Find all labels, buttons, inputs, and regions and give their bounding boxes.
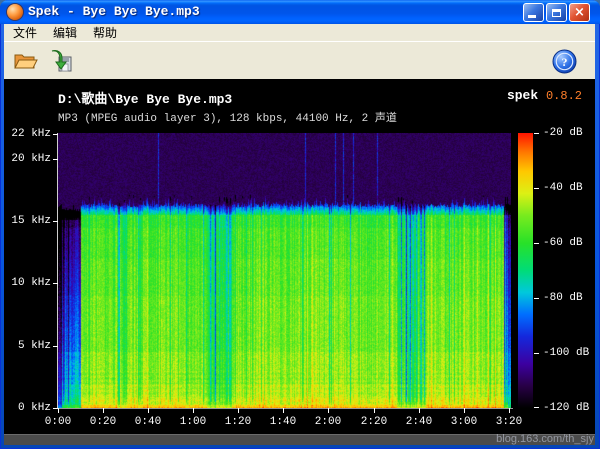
- x-axis-tick: [328, 408, 329, 413]
- x-axis-line: [57, 408, 513, 409]
- x-axis-tick: [103, 408, 104, 413]
- x-axis-label: 1:20: [218, 416, 258, 428]
- colorbar-tick: [534, 298, 539, 299]
- menu-bar: 文件 编辑 帮助: [4, 24, 595, 41]
- y-axis-tick: [53, 134, 58, 135]
- watermark: blog.163.com/th_sjy: [496, 433, 594, 445]
- y-axis-label: 10 kHz: [4, 277, 51, 289]
- file-path-title: D:\歌曲\Bye Bye Bye.mp3: [58, 88, 232, 107]
- colorbar-tick: [534, 407, 539, 408]
- x-axis-label: 1:40: [263, 416, 303, 428]
- colorbar: [518, 133, 533, 408]
- save-spectrogram-icon: [48, 48, 74, 74]
- file-info-line: MP3 (MPEG audio layer 3), 128 kbps, 4410…: [58, 109, 397, 125]
- x-axis-tick: [374, 408, 375, 413]
- colorbar-label: -40 dB: [543, 182, 583, 194]
- y-axis-tick: [53, 346, 58, 347]
- x-axis-tick: [509, 408, 510, 413]
- app-window: Spek - Bye Bye Bye.mp3 × 文件 编辑 帮助: [0, 0, 600, 449]
- open-folder-icon: [12, 48, 38, 74]
- x-axis-tick: [238, 408, 239, 413]
- title-bar[interactable]: Spek - Bye Bye Bye.mp3 ×: [0, 0, 600, 24]
- close-icon: ×: [574, 6, 585, 19]
- x-axis-tick: [193, 408, 194, 413]
- window-title: Spek - Bye Bye Bye.mp3: [28, 4, 200, 19]
- y-axis-label: 22 kHz: [4, 128, 51, 140]
- y-axis-tick: [53, 221, 58, 222]
- spectrogram-panel: D:\歌曲\Bye Bye Bye.mp3 spek 0.8.2 MP3 (MP…: [4, 79, 595, 434]
- menu-item-file[interactable]: 文件: [6, 23, 44, 42]
- svg-text:?: ?: [561, 55, 567, 69]
- x-axis-label: 2:20: [354, 416, 394, 428]
- x-axis-label: 0:40: [128, 416, 168, 428]
- maximize-icon: [552, 9, 561, 17]
- colorbar-tick: [534, 243, 539, 244]
- colorbar-label: -80 dB: [543, 292, 583, 304]
- close-button[interactable]: ×: [569, 3, 590, 22]
- y-axis-label: 0 kHz: [4, 402, 51, 414]
- colorbar-tick: [534, 133, 539, 134]
- window-controls: ×: [523, 3, 590, 22]
- x-axis-tick: [283, 408, 284, 413]
- x-axis-label: 3:00: [444, 416, 484, 428]
- help-button[interactable]: ?: [549, 46, 579, 76]
- x-axis-label: 2:40: [399, 416, 439, 428]
- app-icon: [7, 4, 23, 20]
- save-button[interactable]: [46, 46, 76, 76]
- app-version: spek 0.8.2: [507, 88, 582, 103]
- y-axis-tick: [53, 159, 58, 160]
- colorbar-label: -100 dB: [543, 347, 589, 359]
- menu-item-help[interactable]: 帮助: [86, 23, 124, 42]
- minimize-button[interactable]: [523, 3, 544, 22]
- x-axis-label: 3:20: [489, 416, 529, 428]
- app-version-number: 0.8.2: [546, 89, 582, 103]
- x-axis-label: 1:00: [173, 416, 213, 428]
- x-axis-tick: [148, 408, 149, 413]
- y-axis-label: 15 kHz: [4, 215, 51, 227]
- menu-item-edit[interactable]: 编辑: [46, 23, 84, 42]
- y-axis-tick: [53, 283, 58, 284]
- x-axis-tick: [419, 408, 420, 413]
- x-axis-label: 2:00: [308, 416, 348, 428]
- y-axis-label: 20 kHz: [4, 153, 51, 165]
- toolbar: ?: [4, 41, 595, 80]
- x-axis-label: 0:00: [38, 416, 78, 428]
- maximize-button[interactable]: [546, 3, 567, 22]
- spectrogram-canvas: [58, 133, 511, 408]
- colorbar-tick: [534, 188, 539, 189]
- colorbar-label: -120 dB: [543, 402, 589, 414]
- app-name-label: spek: [507, 88, 538, 103]
- x-axis-label: 0:20: [83, 416, 123, 428]
- x-axis-tick: [58, 408, 59, 413]
- y-axis-label: 5 kHz: [4, 340, 51, 352]
- x-axis-tick: [464, 408, 465, 413]
- colorbar-tick: [534, 353, 539, 354]
- help-icon: ?: [552, 49, 577, 74]
- colorbar-label: -20 dB: [543, 127, 583, 139]
- open-file-button[interactable]: [10, 46, 40, 76]
- colorbar-label: -60 dB: [543, 237, 583, 249]
- minimize-icon: [528, 15, 536, 18]
